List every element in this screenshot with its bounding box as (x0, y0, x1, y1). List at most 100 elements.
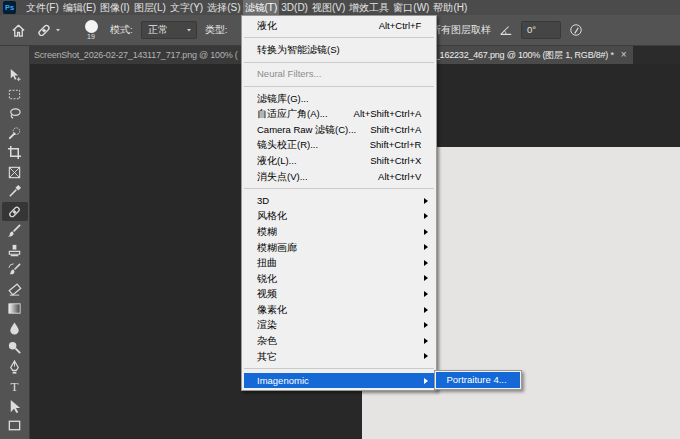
submenu-arrow-icon (424, 275, 428, 281)
tool-button[interactable] (2, 416, 28, 436)
menu-item[interactable]: 选择(S) (205, 0, 242, 15)
filter-menu-item[interactable]: 模糊 (244, 224, 434, 240)
menu-item[interactable]: 文字(Y) (168, 0, 205, 15)
filter-menu-item[interactable]: 自适应广角(A)...Alt+Shift+Ctrl+A (244, 106, 434, 122)
filter-menu-item[interactable]: 渲染 (244, 317, 434, 333)
menu-item[interactable]: 滤镜(T) (243, 0, 280, 15)
filter-menu-item[interactable]: 风格化 (244, 208, 434, 224)
photoshop-window: Ps 文件(F)编辑(E)图像(I)图层(L)文字(Y)选择(S)滤镜(T)3D(… (0, 0, 680, 439)
document-tab-title: ScreenShot_2026-02-27_143117_717.png @ 1… (34, 46, 238, 64)
gradient-icon (7, 301, 22, 316)
filter-menu-item[interactable]: 扭曲 (244, 255, 434, 271)
app-logo: Ps (3, 1, 16, 14)
document-tab[interactable]: 7_162232_467.png @ 100% (图层 1, RGB/8#) *… (428, 46, 633, 64)
menu-item-label: 其它 (257, 349, 421, 365)
submenu-arrow-icon (424, 353, 428, 359)
tool-button[interactable] (2, 299, 28, 319)
type-label: 类型: (205, 24, 228, 35)
filter-menu-item[interactable]: 3D (244, 193, 434, 209)
menu-separator (244, 184, 434, 193)
brush-preview[interactable]: 19 (80, 20, 102, 41)
pen-icon (7, 360, 22, 375)
submenu-arrow-icon (424, 338, 428, 344)
menu-item-label: 转换为智能滤镜(S) (257, 42, 421, 58)
filter-menu-item[interactable]: 镜头校正(R)...Shift+Ctrl+R (244, 137, 434, 153)
menu-shortcut: Alt+Ctrl+V (378, 169, 421, 185)
filter-menu-item[interactable]: 滤镜库(G)... (244, 91, 434, 107)
menu-item[interactable]: 3D(D) (279, 0, 310, 15)
dodge-icon (7, 340, 22, 355)
tool-button[interactable] (2, 182, 28, 202)
close-tab-button[interactable]: × (621, 46, 627, 64)
menu-item-label: 锐化 (257, 271, 421, 287)
lasso-icon (7, 106, 22, 121)
filter-menu-item[interactable]: 其它 (244, 349, 434, 365)
filter-menu-item[interactable]: 液化(L)... Shift+Ctrl+X (244, 153, 434, 169)
menu-item-label: 视频 (257, 286, 421, 302)
eraser-icon (7, 282, 22, 297)
menu-item-label: 液化(L)... (257, 153, 356, 169)
menu-item[interactable]: 增效工具 (347, 0, 391, 15)
tool-button[interactable] (2, 358, 28, 378)
angle-field[interactable]: 0° (521, 21, 561, 39)
tool-button[interactable] (2, 241, 28, 261)
menu-item[interactable]: 图层(L) (132, 0, 168, 15)
filter-menu-item[interactable]: Camera Raw 滤镜(C)...Shift+Ctrl+A (244, 122, 434, 138)
filter-menu-item[interactable]: 视频 (244, 286, 434, 302)
submenu-arrow-icon (424, 322, 428, 328)
filter-menu-item[interactable]: ImagenomicPortraiture 4... (244, 373, 434, 389)
home-button[interactable] (8, 20, 28, 40)
tool-button[interactable] (2, 124, 28, 144)
tool-button[interactable] (2, 397, 28, 417)
menu-item[interactable]: 帮助(H) (431, 0, 469, 15)
tool-button[interactable] (2, 104, 28, 124)
pressure-icon (569, 23, 583, 37)
submenu-arrow-icon (424, 198, 428, 204)
menu-item-tail (421, 378, 434, 384)
tool-button[interactable] (2, 143, 28, 163)
tool-button[interactable] (2, 280, 28, 300)
tool-button[interactable] (2, 202, 28, 222)
menu-item[interactable]: 视图(V) (310, 0, 347, 15)
menu-item-tail (421, 213, 434, 219)
tool-button[interactable]: T (2, 377, 28, 397)
filter-menu-item[interactable]: 转换为智能滤镜(S) (244, 42, 434, 58)
tool-button[interactable] (2, 338, 28, 358)
marquee-icon (7, 87, 22, 102)
filter-menu-item[interactable]: 模糊画廊 (244, 240, 434, 256)
tool-button[interactable] (2, 65, 28, 85)
mode-dropdown[interactable]: 正常 (141, 21, 197, 39)
menu-item-label: 自适应广角(A)... (257, 106, 340, 122)
tool-button[interactable] (2, 260, 28, 280)
menu-item[interactable]: 图像(I) (98, 0, 131, 15)
menu-separator (244, 364, 434, 373)
menu-item[interactable]: 窗口(W) (391, 0, 431, 15)
tool-button[interactable] (2, 163, 28, 183)
options-left: 19模式:正常类型: (0, 20, 241, 41)
filter-menu-item[interactable]: 消失点(V)... Alt+Ctrl+V (244, 169, 434, 185)
sample-all-layers-label[interactable]: 所有图层取样 (431, 24, 491, 35)
tool-button[interactable] (2, 221, 28, 241)
submenu-arrow-icon (424, 307, 428, 313)
tool-preset-picker[interactable] (36, 22, 72, 38)
submenu-item[interactable]: Portraiture 4... (436, 372, 520, 388)
eyedropper-icon (7, 184, 22, 199)
filter-menu-item[interactable]: 杂色 (244, 333, 434, 349)
filter-menu-item[interactable]: 锐化 (244, 271, 434, 287)
tool-button[interactable] (2, 85, 28, 105)
filter-menu-item[interactable]: 像素化 (244, 302, 434, 318)
menu-item-tail (421, 198, 434, 204)
separator-line (244, 86, 434, 87)
clone-stamp-icon (7, 243, 22, 258)
menu-item-tail (421, 244, 434, 250)
tool-button[interactable] (2, 319, 28, 339)
menu-shortcut: Shift+Ctrl+X (370, 153, 421, 169)
filter-menu: 液化Alt+Ctrl+F转换为智能滤镜(S)Neural Filters...滤… (241, 15, 437, 391)
filter-menu-item[interactable]: 液化Alt+Ctrl+F (244, 18, 434, 34)
menu-item[interactable]: 编辑(E) (61, 0, 98, 15)
document-tab-title: 7_162232_467.png @ 100% (图层 1, RGB/8#) * (430, 46, 614, 64)
rectangle-icon (7, 418, 22, 433)
submenu-arrow-icon (424, 291, 428, 297)
menu-item[interactable]: 文件(F) (24, 0, 61, 15)
menu-item-label: 消失点(V)... (257, 169, 364, 185)
